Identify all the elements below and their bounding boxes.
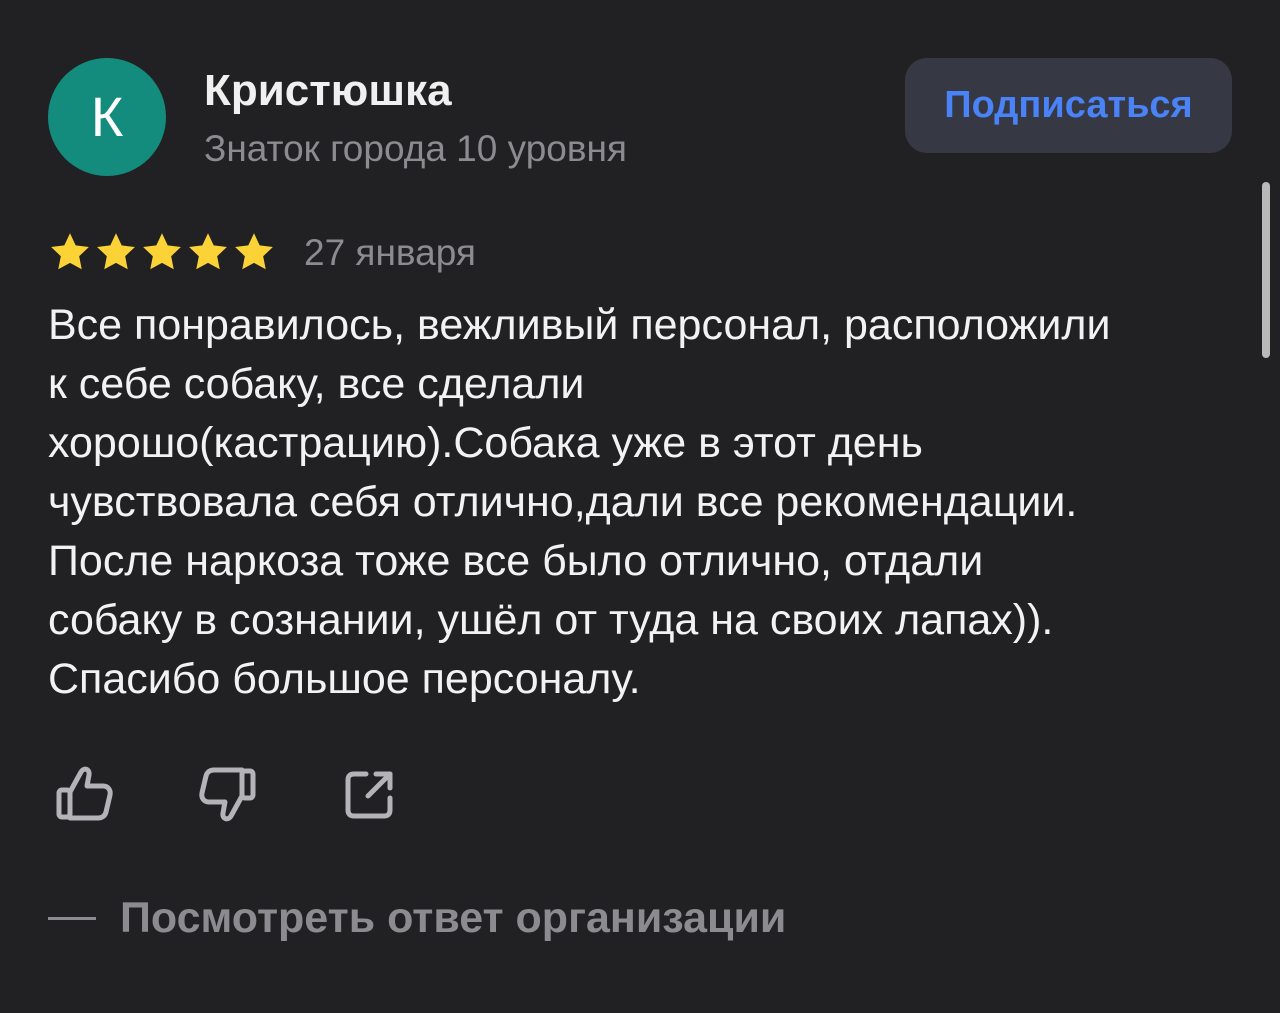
avatar[interactable]: К [48, 58, 166, 176]
avatar-initial: К [90, 85, 124, 148]
view-organization-response-link[interactable]: Посмотреть ответ организации [48, 894, 786, 943]
rating-stars [48, 230, 276, 278]
review-text: Все понравилось, вежливый персонал, расп… [48, 296, 1243, 709]
review-line: к себе собаку, все сделали [48, 360, 585, 408]
review-line: Спасибо большое персоналу. [48, 655, 641, 703]
scrollbar[interactable] [1262, 182, 1270, 358]
thumbs-down-icon[interactable] [198, 764, 258, 824]
share-icon[interactable] [340, 764, 400, 824]
star-icon [51, 233, 89, 270]
star-icon [97, 233, 135, 270]
review-date: 27 января [304, 232, 476, 273]
review-line: собаку в сознании, ушёл от туда на своих… [48, 596, 1054, 644]
dash-divider [48, 917, 96, 920]
review-line: чувствовала себя отлично,дали все рекоме… [48, 478, 1078, 526]
review-line: Все понравилось, вежливый персонал, расп… [48, 301, 1111, 349]
thumbs-up-icon[interactable] [54, 764, 114, 824]
review-line: После наркоза тоже все было отлично, отд… [48, 537, 984, 585]
star-icon [235, 233, 273, 270]
view-organization-response-label: Посмотреть ответ организации [120, 894, 787, 942]
star-icon [143, 233, 181, 270]
subscribe-button[interactable]: Подписаться [905, 58, 1232, 153]
author-name[interactable]: Кристюшка [204, 66, 452, 116]
review-line: хорошо(кастрацию).Собака уже в этот день [48, 419, 923, 467]
star-icon [189, 233, 227, 270]
author-level: Знаток города 10 уровня [204, 128, 627, 169]
